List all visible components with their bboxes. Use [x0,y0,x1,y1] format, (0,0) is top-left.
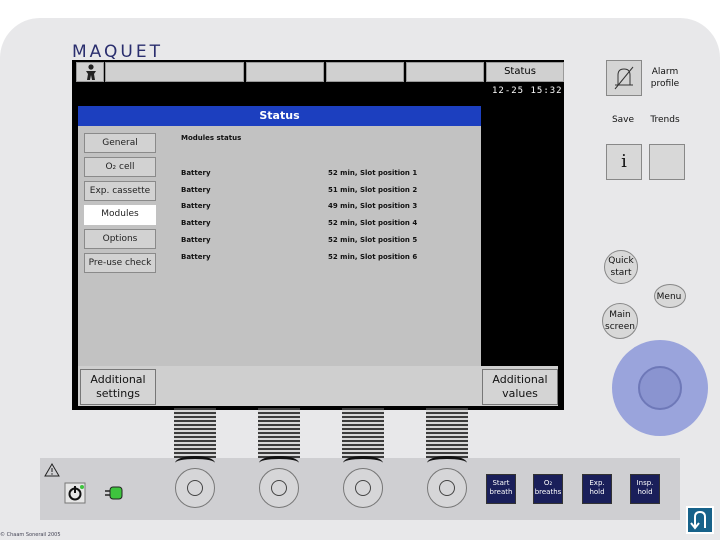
brand-logo: MAQUET [72,42,163,62]
trends-button[interactable]: Trends [645,114,685,126]
module-row-key: Battery [181,219,211,227]
mains-plug-icon [104,484,126,502]
additional-values-button[interactable]: Additional values [482,369,558,405]
alarm-profile-label[interactable]: Alarm profile [645,66,685,90]
module-row-key: Battery [181,186,211,194]
u-turn-icon [690,510,706,530]
menu-label: Menu [656,292,682,302]
insp-hold-button[interactable]: Insp. hold [630,474,660,504]
main-rotary-dial-center [638,366,682,410]
patient-button[interactable] [76,62,104,82]
module-row-value: 52 min, Slot position 1 [328,169,418,177]
topbar-field-2[interactable] [246,62,324,82]
exp-hold-button[interactable]: Exp. hold [582,474,612,504]
tab-pre-use-check[interactable]: Pre-use check [84,253,156,273]
module-row-value: 52 min, Slot position 6 [328,253,418,261]
module-row-key: Battery [181,253,211,261]
warning-triangle-icon [44,462,60,481]
module-row-value: 52 min, Slot position 4 [328,219,418,227]
topbar-field-1[interactable] [105,62,244,82]
quick-start-label: Quick start [608,256,634,278]
tab-o2-cell[interactable]: O₂ cell [84,157,156,177]
alarm-bell-button[interactable] [606,60,642,96]
module-row-key: Battery [181,236,211,244]
copyright-text: © Chaam Sonerail 2005 [0,532,61,538]
knob-center [187,480,203,496]
topbar-field-3[interactable] [326,62,404,82]
info-button[interactable]: i [606,144,642,180]
tab-options[interactable]: Options [84,229,156,249]
direct-access-knob-3[interactable] [343,468,383,508]
power-standby-button[interactable] [64,482,86,504]
o2-breaths-button[interactable]: O₂ breaths [533,474,563,504]
return-nav-button[interactable] [686,506,714,534]
direct-access-knob-1[interactable] [175,468,215,508]
blank-button[interactable] [649,144,685,180]
module-row-value: 51 min, Slot position 2 [328,186,418,194]
module-row-key: Battery [181,169,211,177]
save-button[interactable]: Save [603,114,643,126]
datetime: 12-25 15:32 [492,86,563,96]
direct-access-knob-2[interactable] [259,468,299,508]
patient-icon [86,64,96,80]
module-row-key: Battery [181,202,211,210]
direct-access-knob-4[interactable] [427,468,467,508]
knob-center [355,480,371,496]
topbar-field-4[interactable] [406,62,484,82]
status-label: Status [504,66,536,77]
additional-settings-button[interactable]: Additional settings [80,369,156,405]
tab-general[interactable]: General [84,133,156,153]
start-breath-button[interactable]: Start breath [486,474,516,504]
knob-center [439,480,455,496]
power-standby-icon [64,482,86,504]
alarm-bell-icon [614,66,634,90]
modules-status-title: Modules status [181,134,242,142]
module-row-value: 49 min, Slot position 3 [328,202,418,210]
knob-center [271,480,287,496]
status-panel-title: Status [78,106,481,126]
main-screen-label: Main screen [605,310,635,332]
module-row-value: 52 min, Slot position 5 [328,236,418,244]
tab-modules[interactable]: Modules [84,205,156,225]
tab-exp-cassette[interactable]: Exp. cassette [84,181,156,201]
